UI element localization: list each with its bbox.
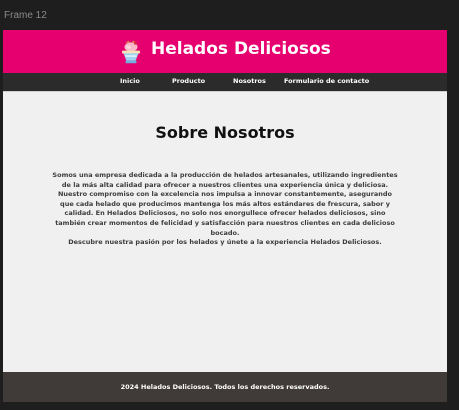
frame-label: Frame 12: [4, 10, 47, 21]
main-nav: Inicio Producto Nosotros Formulario de c…: [3, 73, 447, 91]
brand-title: Helados Deliciosos: [151, 39, 331, 59]
about-text: Somos una empresa dedicada a la producci…: [51, 171, 399, 248]
copyright-text: 2024 Helados Deliciosos. Todos los derec…: [120, 383, 330, 391]
ice-cream-sundae-icon: [122, 40, 140, 64]
nav-item-producto[interactable]: Producto: [172, 77, 205, 85]
site-header: Helados Deliciosos: [3, 30, 447, 73]
site-footer: 2024 Helados Deliciosos. Todos los derec…: [3, 372, 447, 402]
about-invitation: Descubre nuestra pasión por los helados …: [68, 238, 382, 247]
page-frame: Helados Deliciosos Inicio Producto Nosot…: [3, 30, 447, 402]
about-paragraph: Somos una empresa dedicada a la producci…: [52, 171, 398, 237]
nav-divider: [3, 91, 447, 92]
nav-item-nosotros[interactable]: Nosotros: [233, 77, 266, 85]
nav-item-inicio[interactable]: Inicio: [120, 77, 140, 85]
page-title: Sobre Nosotros: [155, 123, 295, 142]
nav-item-contacto[interactable]: Formulario de contacto: [284, 77, 369, 85]
